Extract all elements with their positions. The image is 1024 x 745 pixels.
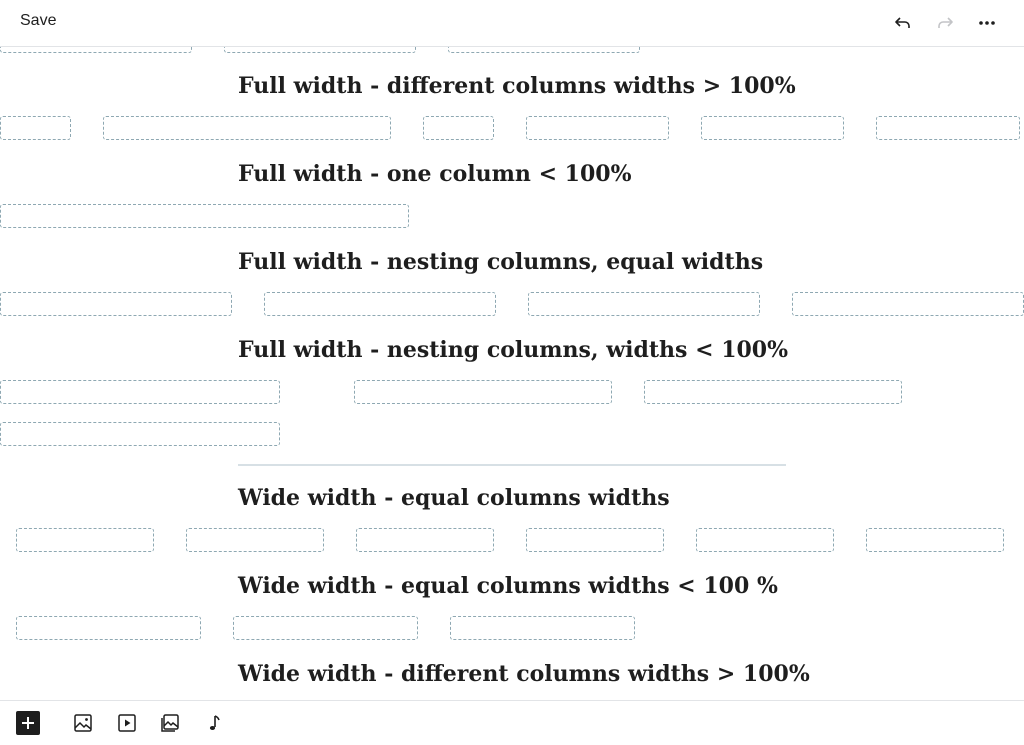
bottom-toolbar (0, 700, 1024, 745)
heading-block[interactable]: Full width - nesting columns, equal widt… (238, 248, 763, 276)
column-block[interactable] (526, 528, 664, 552)
heading-block[interactable]: Full width - different columns widths > … (238, 72, 796, 100)
column-block[interactable] (0, 292, 232, 316)
column-block[interactable] (0, 116, 71, 140)
column-block[interactable] (233, 616, 418, 640)
separator-block[interactable] (238, 464, 786, 466)
column-block[interactable] (16, 528, 154, 552)
column-block[interactable] (103, 116, 391, 140)
heading-block[interactable]: Wide width - equal columns widths (238, 484, 670, 512)
column-block[interactable] (0, 204, 409, 228)
undo-icon[interactable] (890, 10, 916, 36)
column-block[interactable] (0, 47, 192, 53)
column-block[interactable] (0, 380, 280, 404)
heading-block[interactable]: Wide width - equal columns widths < 100 … (238, 572, 778, 600)
column-block[interactable] (354, 380, 612, 404)
column-block[interactable] (792, 292, 1024, 316)
heading-block[interactable]: Wide width - different columns widths > … (238, 660, 810, 688)
save-button[interactable]: Save (20, 12, 56, 30)
heading-block[interactable]: Full width - one column < 100% (238, 160, 632, 188)
more-options-icon[interactable] (974, 10, 1000, 36)
editor-canvas: Full width - different columns widths > … (0, 47, 1024, 700)
plus-icon[interactable] (16, 711, 40, 735)
column-block[interactable] (0, 422, 280, 446)
column-block[interactable] (866, 528, 1004, 552)
column-block[interactable] (186, 528, 324, 552)
column-block[interactable] (450, 616, 635, 640)
column-block[interactable] (701, 116, 844, 140)
audio-icon[interactable] (202, 711, 226, 735)
column-block[interactable] (644, 380, 902, 404)
column-block[interactable] (16, 616, 201, 640)
column-block[interactable] (356, 528, 494, 552)
heading-block[interactable]: Full width - nesting columns, widths < 1… (238, 336, 788, 364)
column-block[interactable] (423, 116, 494, 140)
column-block[interactable] (528, 292, 760, 316)
image-icon[interactable] (71, 711, 95, 735)
column-block[interactable] (696, 528, 834, 552)
column-block[interactable] (876, 116, 1020, 140)
video-icon[interactable] (115, 711, 139, 735)
gallery-icon[interactable] (158, 711, 182, 735)
column-block[interactable] (224, 47, 416, 53)
column-block[interactable] (526, 116, 669, 140)
column-block[interactable] (448, 47, 640, 53)
header-toolbar: Save (0, 0, 1024, 47)
column-block[interactable] (264, 292, 496, 316)
redo-icon[interactable] (932, 10, 958, 36)
